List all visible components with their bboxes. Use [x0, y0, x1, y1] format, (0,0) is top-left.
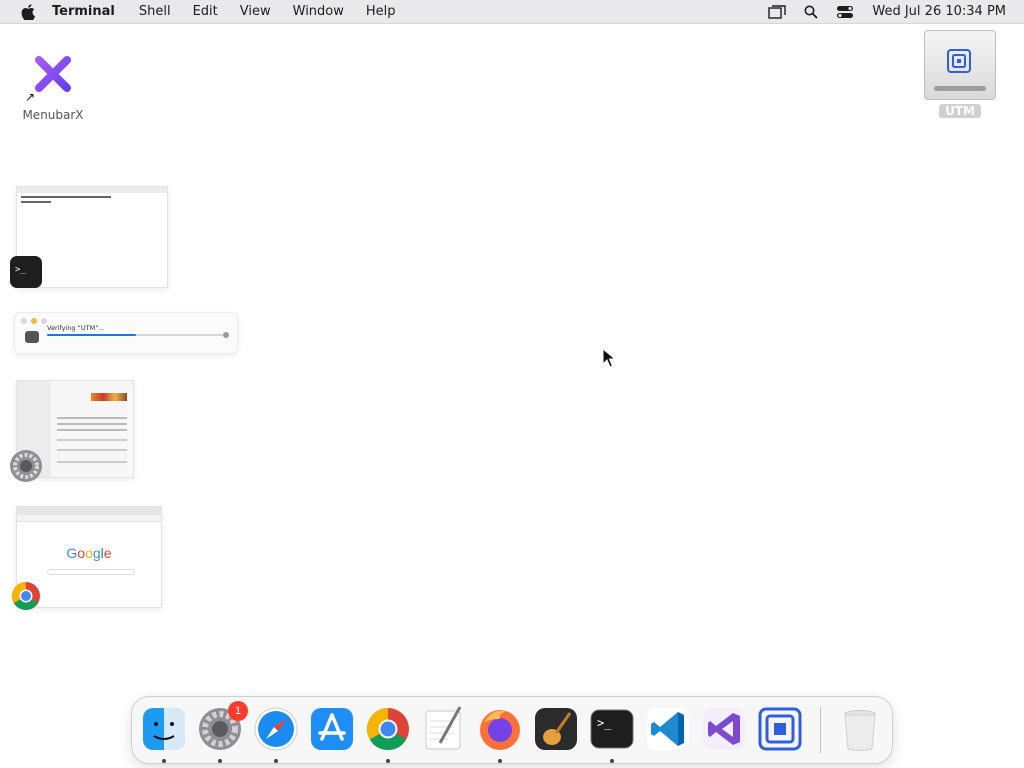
google-letter: g: [92, 545, 101, 561]
running-indicator-terminal: [610, 759, 614, 763]
chrome-app-icon: [10, 580, 42, 612]
safari-icon: [254, 707, 298, 751]
menu-view[interactable]: View: [240, 4, 271, 19]
running-indicator-safari: [274, 759, 278, 763]
mouse-cursor-icon: [602, 347, 617, 372]
menu-bar: Terminal Shell Edit View Window Help Wed…: [0, 0, 1024, 24]
google-logo-text: Google: [66, 545, 111, 561]
verify-progress-bar: [47, 334, 225, 336]
running-indicator-system-settings: [218, 759, 222, 763]
chrome-tabbar: [17, 507, 161, 515]
settings-rows: [57, 417, 127, 419]
dock-safari[interactable]: [252, 705, 300, 753]
thumbnail-titlebar: [17, 187, 167, 193]
menu-help[interactable]: Help: [366, 4, 396, 19]
utm-icon: [758, 707, 802, 751]
settings-notification-badge: 1: [228, 701, 248, 721]
wallpaper-swatches: [91, 393, 127, 401]
verify-progress-fill: [47, 334, 136, 336]
dock-separator: [820, 707, 821, 753]
dock-terminal[interactable]: >_: [588, 705, 636, 753]
running-indicator-finder: [162, 759, 166, 763]
disk-image-icon: [924, 30, 996, 100]
dock-finder[interactable]: [140, 705, 188, 753]
menu-app-name[interactable]: Terminal: [52, 4, 115, 19]
menu-bar-left: Terminal Shell Edit View Window Help: [0, 3, 418, 20]
google-letter: e: [103, 545, 112, 561]
menu-edit[interactable]: Edit: [193, 4, 218, 19]
chrome-icon: [366, 708, 409, 751]
verify-window-thumbnail[interactable]: Verifying “UTM”...: [14, 312, 238, 354]
menubarx-icon: ↗: [23, 48, 83, 104]
search-icon[interactable]: [802, 4, 820, 20]
menubarx-label: MenubarX: [22, 108, 84, 122]
control-center-icon[interactable]: [836, 4, 854, 20]
google-letter: G: [66, 545, 78, 561]
menu-shell[interactable]: Shell: [139, 4, 171, 19]
display-icon[interactable]: [768, 4, 787, 20]
system-settings-app-icon: [10, 450, 42, 482]
text-line: [21, 196, 111, 198]
dock-vscode[interactable]: [644, 705, 692, 753]
minimize-icon: [31, 318, 37, 324]
google-search-box: [47, 569, 135, 575]
alias-arrow-icon: ↗: [25, 90, 36, 104]
dock-app-store[interactable]: [308, 705, 356, 753]
vscode-icon: [647, 708, 689, 750]
dock-firefox[interactable]: [476, 705, 524, 753]
installer-icon: [25, 331, 39, 343]
firefox-icon: [480, 710, 520, 750]
google-letter: o: [77, 545, 86, 561]
svg-text:>_: >_: [15, 265, 26, 275]
desktop-icon-utm-disk[interactable]: UTM: [922, 30, 998, 119]
textedit-icon: [425, 706, 462, 750]
utm-disk-label: UTM: [939, 104, 981, 118]
stop-icon: [223, 332, 229, 338]
app-store-icon: [311, 708, 353, 750]
running-indicator-chrome: [386, 759, 390, 763]
dock-visual-studio[interactable]: [700, 705, 748, 753]
verify-status-text: Verifying “UTM”...: [47, 324, 105, 332]
dock-chrome[interactable]: [364, 705, 412, 753]
desktop-icon-menubarx[interactable]: ↗ MenubarX: [18, 48, 88, 122]
visual-studio-icon: [703, 708, 745, 750]
garageband-icon: [535, 708, 577, 750]
close-icon: [21, 318, 27, 324]
chrome-toolbar: [17, 515, 161, 522]
dock-utm[interactable]: [756, 705, 804, 753]
finder-icon: [143, 708, 185, 750]
dock-textedit[interactable]: [420, 705, 468, 753]
google-logo: Google: [17, 545, 161, 561]
text-line: [21, 201, 51, 203]
google-letter: o: [85, 545, 93, 561]
dock: 1 >_: [131, 696, 893, 764]
terminal-icon: >_: [590, 709, 634, 749]
apple-menu-icon[interactable]: [20, 3, 36, 20]
dock-garageband[interactable]: [532, 705, 580, 753]
svg-text:>_: >_: [597, 716, 612, 730]
menu-clock[interactable]: Wed Jul 26 10:34 PM: [872, 4, 1006, 19]
running-indicator-firefox: [498, 759, 502, 763]
trash-icon: [844, 710, 876, 751]
terminal-app-icon: >_: [10, 256, 42, 288]
dock-trash[interactable]: [836, 705, 884, 753]
menu-window[interactable]: Window: [293, 4, 344, 19]
menu-bar-right: Wed Jul 26 10:34 PM: [752, 4, 1024, 20]
